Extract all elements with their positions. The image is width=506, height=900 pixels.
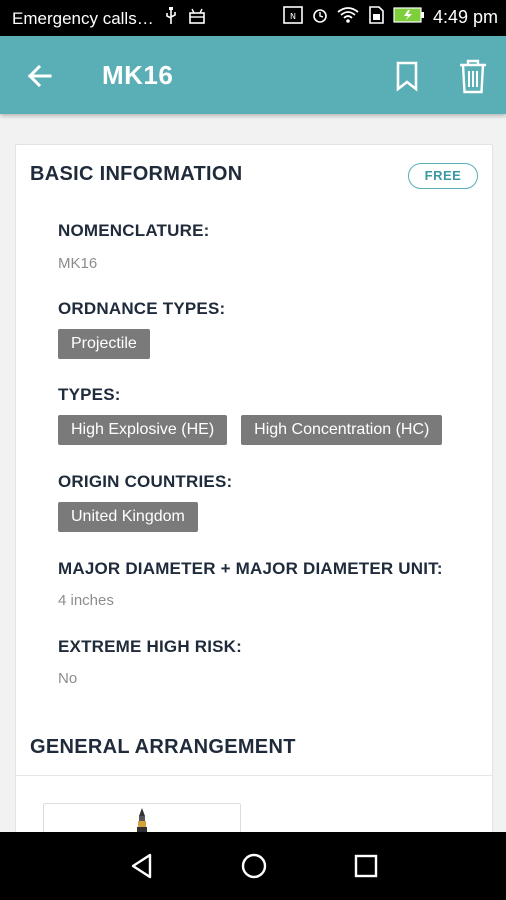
ordnance-types-chips: Projectile [58, 329, 150, 359]
android-debug-icon [188, 7, 206, 30]
system-nav-bar [0, 832, 506, 900]
arrangement-image-thumbnail[interactable] [43, 803, 241, 832]
chip-projectile: Projectile [58, 329, 150, 359]
svg-text:N: N [290, 12, 296, 21]
back-triangle-icon [131, 853, 152, 879]
origin-countries-label: ORIGIN COUNTRIES: [58, 472, 233, 491]
alarm-icon [311, 6, 329, 29]
app-bar: MK16 [0, 36, 506, 114]
page-title: MK16 [102, 60, 174, 90]
origin-countries-chips: United Kingdom [58, 502, 198, 532]
nav-recents-button[interactable] [350, 850, 382, 882]
status-bar: Emergency calls… N 4:49 pm [0, 0, 506, 36]
chip-high-concentration: High Concentration (HC) [241, 415, 443, 445]
bookmark-icon [396, 61, 418, 92]
free-badge: FREE [408, 163, 478, 189]
delete-button[interactable] [455, 56, 491, 96]
trash-icon [460, 59, 486, 94]
nomenclature-label: NOMENCLATURE: [58, 221, 210, 240]
projectile-diagram-icon [137, 808, 147, 832]
nav-home-button[interactable] [238, 850, 270, 882]
section-title-general-arrangement: GENERAL ARRANGEMENT [30, 736, 296, 758]
nfc-icon: N [283, 6, 303, 29]
bookmark-button[interactable] [390, 58, 424, 94]
sim-icon [367, 6, 385, 29]
back-button[interactable] [22, 58, 58, 94]
arrow-left-icon [27, 64, 52, 88]
ordnance-types-label: ORDNANCE TYPES: [58, 299, 226, 318]
section-title-basic-info: BASIC INFORMATION [30, 163, 243, 185]
extreme-high-risk-label: EXTREME HIGH RISK: [58, 637, 243, 656]
recents-square-icon [354, 854, 378, 878]
info-card: BASIC INFORMATION FREE NOMENCLATURE: MK1… [15, 144, 493, 832]
carrier-text: Emergency calls… [12, 8, 154, 28]
divider [16, 775, 492, 776]
types-label: TYPES: [58, 385, 121, 404]
content-scroll[interactable]: BASIC INFORMATION FREE NOMENCLATURE: MK1… [0, 114, 506, 832]
chip-high-explosive: High Explosive (HE) [58, 415, 228, 445]
major-diameter-value: 4 inches [58, 592, 114, 609]
home-circle-icon [241, 853, 267, 879]
battery-charging-icon [393, 7, 425, 28]
nomenclature-value: MK16 [58, 255, 98, 272]
major-diameter-label: MAJOR DIAMETER + MAJOR DIAMETER UNIT: [58, 559, 443, 578]
types-chips: High Explosive (HE) High Concentration (… [58, 415, 443, 445]
wifi-icon [337, 6, 359, 29]
chip-united-kingdom: United Kingdom [58, 502, 198, 532]
usb-icon [164, 7, 178, 30]
clock: 4:49 pm [432, 7, 498, 27]
extreme-high-risk-value: No [58, 670, 78, 687]
nav-back-button[interactable] [126, 850, 158, 882]
